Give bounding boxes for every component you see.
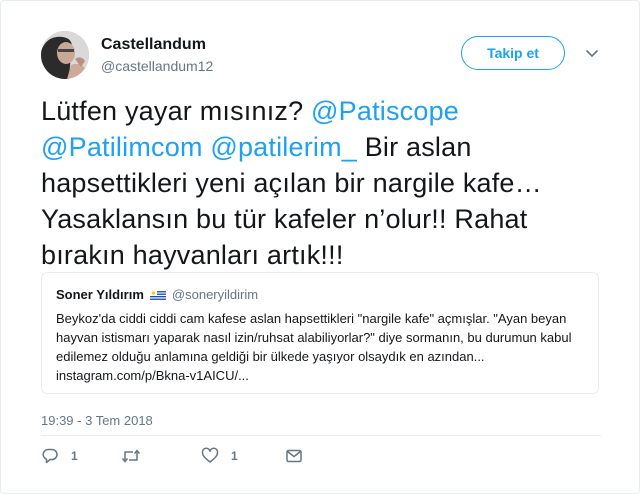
mention-link-patiscope[interactable]: @Patiscope: [311, 96, 459, 126]
reply-button[interactable]: 1: [41, 447, 121, 465]
author-screen-name[interactable]: @castellandum12: [101, 58, 213, 74]
retweet-button[interactable]: [121, 447, 201, 465]
retweet-icon: [121, 447, 141, 465]
tweet-card: Castellandum @castellandum12 Takip et Lü…: [0, 0, 640, 494]
reply-icon: [41, 447, 59, 465]
reply-count: 1: [71, 449, 78, 463]
quoted-tweet[interactable]: Soner Yıldırım @soneryildirim Beykoz'da …: [41, 272, 599, 394]
avatar[interactable]: [41, 31, 89, 79]
tweet-text: Lütfen yayar mısınız? @Patiscope @Patili…: [41, 93, 601, 273]
mention-link-patilerim[interactable]: @patilerim_: [210, 132, 357, 162]
mention-link-patilimcom[interactable]: @Patilimcom: [41, 132, 203, 162]
uruguay-flag-icon: [149, 289, 166, 301]
direct-message-button[interactable]: [285, 447, 303, 465]
tweet-timestamp[interactable]: 19:39 - 3 Tem 2018: [41, 413, 153, 428]
like-button[interactable]: 1: [201, 447, 285, 465]
envelope-icon: [285, 447, 303, 465]
tweet-text-part: Lütfen yayar mısınız?: [41, 96, 312, 126]
divider: [41, 435, 601, 436]
tweet-actions: 1 1: [41, 445, 303, 467]
quoted-tweet-text: Beykoz'da ciddi ciddi cam kafese aslan h…: [56, 311, 572, 383]
heart-icon: [201, 447, 219, 465]
like-count: 1: [231, 449, 238, 463]
chevron-down-icon[interactable]: [584, 45, 600, 61]
follow-button[interactable]: Takip et: [461, 36, 565, 70]
quoted-author-name: Soner Yıldırım: [56, 286, 144, 302]
author-display-name[interactable]: Castellandum: [101, 36, 206, 54]
quoted-author-handle: @soneryildirim: [171, 286, 259, 302]
